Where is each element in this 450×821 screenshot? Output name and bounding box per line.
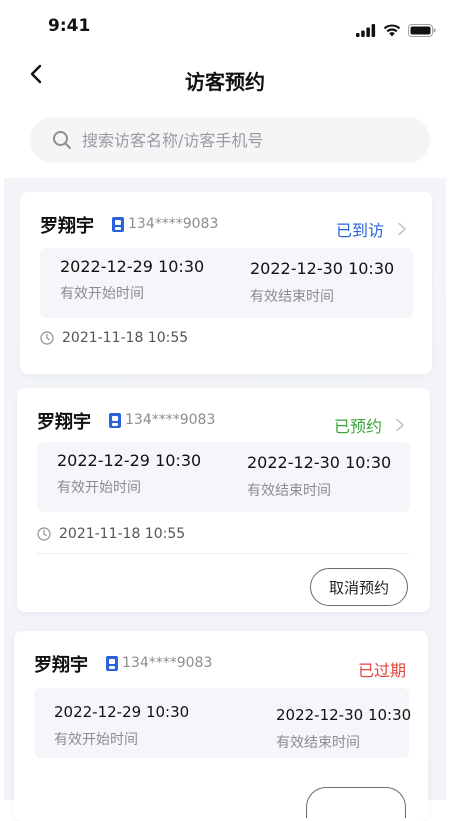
start-time: 2022-12-29 10:30 <box>54 703 190 721</box>
search-icon <box>52 130 72 150</box>
chevron-right-icon <box>395 417 405 432</box>
start-time-label: 有效开始时间 <box>54 732 138 748</box>
phone-icon <box>106 655 118 671</box>
status-bar: 9:41 <box>0 0 450 50</box>
search-input[interactable] <box>82 130 402 150</box>
phone-icon <box>109 412 121 428</box>
created-time: 2021-11-18 10:55 <box>37 526 185 542</box>
end-time: 2022-12-30 10:30 <box>247 453 392 472</box>
phone-icon <box>112 216 124 232</box>
divider <box>37 553 410 554</box>
start-time: 2022-12-29 10:30 <box>57 451 202 470</box>
created-time-text: 2021-11-18 10:55 <box>62 330 189 346</box>
visit-card[interactable]: 罗翔宇 134****9083 已预约 2022-12-29 10:30 有效开… <box>17 388 430 612</box>
visit-card[interactable]: 罗翔宇 134****9083 已过期 2022-12-29 10:30 有效开… <box>14 631 428 821</box>
nav-header: 访客预约 <box>0 56 450 100</box>
end-time-label: 有效结束时间 <box>276 735 360 751</box>
visitor-phone: 134****9083 <box>109 412 215 428</box>
status-icons <box>356 22 436 41</box>
created-time: 2021-11-18 10:55 <box>40 330 188 346</box>
visitor-name: 罗翔宇 <box>34 655 88 676</box>
signal-icon <box>356 22 376 41</box>
status-time: 9:41 <box>48 16 91 36</box>
phone-number: 134****9083 <box>122 655 213 671</box>
start-time: 2022-12-29 10:30 <box>60 257 205 276</box>
end-time-label: 有效结束时间 <box>250 289 334 305</box>
phone-number: 134****9083 <box>125 412 216 428</box>
search-bar[interactable] <box>30 117 430 163</box>
end-time-label: 有效结束时间 <box>247 483 331 499</box>
created-time-text: 2021-11-18 10:55 <box>59 526 186 542</box>
end-time: 2022-12-30 10:30 <box>276 706 412 724</box>
visitor-name: 罗翔宇 <box>37 412 91 433</box>
end-time: 2022-12-30 10:30 <box>250 259 395 278</box>
visitor-name: 罗翔宇 <box>40 216 94 237</box>
partial-action-button[interactable] <box>306 787 406 818</box>
status-badge: 已过期 <box>357 661 406 680</box>
clock-icon <box>37 527 51 541</box>
list-edge <box>446 178 450 800</box>
valid-time-box: 2022-12-29 10:30 有效开始时间 2022-12-30 10:30… <box>37 442 410 512</box>
battery-icon <box>408 22 436 41</box>
status-badge: 已到访 <box>335 221 384 240</box>
page-title: 访客预约 <box>185 70 265 94</box>
phone-number: 134****9083 <box>128 216 219 232</box>
visitor-phone: 134****9083 <box>112 216 218 232</box>
wifi-icon <box>383 22 401 41</box>
clock-icon <box>40 331 54 345</box>
visitor-phone: 134****9083 <box>106 655 212 671</box>
visit-card[interactable]: 罗翔宇 134****9083 已到访 2022-12-29 10:30 有效开… <box>20 192 432 374</box>
chevron-right-icon <box>397 221 407 236</box>
cancel-booking-button[interactable]: 取消预约 <box>310 568 408 606</box>
valid-time-box: 2022-12-29 10:30 有效开始时间 2022-12-30 10:30… <box>34 688 412 758</box>
status-badge: 已预约 <box>333 417 382 436</box>
valid-time-box: 2022-12-29 10:30 有效开始时间 2022-12-30 10:30… <box>40 248 413 318</box>
start-time-label: 有效开始时间 <box>60 286 144 302</box>
start-time-label: 有效开始时间 <box>57 480 141 496</box>
